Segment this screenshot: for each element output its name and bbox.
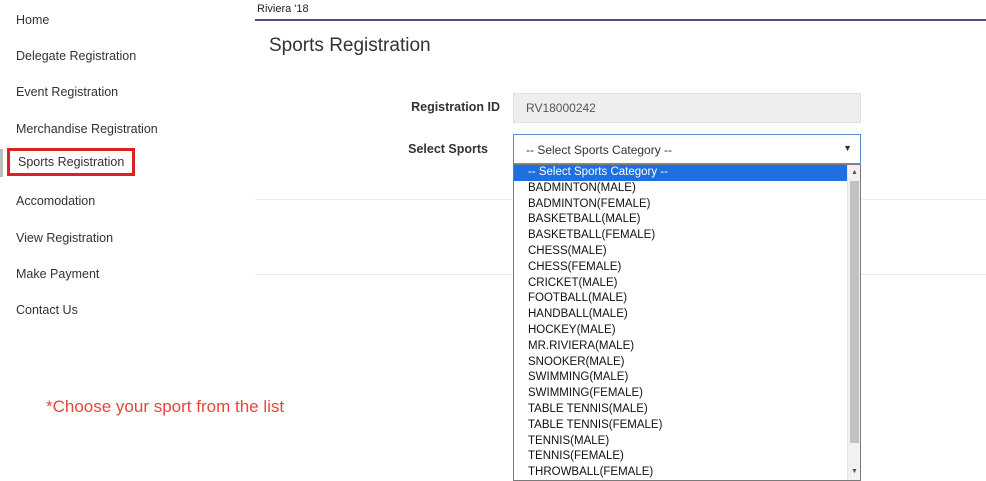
scroll-up-icon[interactable]: ▲ (848, 167, 860, 179)
dropdown-option[interactable]: SNOOKER(MALE) (514, 355, 848, 371)
sidebar-item-home[interactable]: Home (16, 13, 49, 27)
dropdown-option[interactable]: TENNIS(MALE) (514, 434, 848, 450)
sidebar-item-accomodation[interactable]: Accomodation (16, 194, 95, 208)
select-sports-label: Select Sports (408, 142, 488, 156)
sidebar-item-event-registration[interactable]: Event Registration (16, 85, 118, 99)
dropdown-option[interactable]: FOOTBALL(MALE) (514, 291, 848, 307)
sports-dropdown-list[interactable]: -- Select Sports Category -- BADMINTON(MA… (513, 164, 861, 481)
dropdown-option-placeholder[interactable]: -- Select Sports Category -- (514, 165, 848, 181)
sidebar-item-merchandise-registration[interactable]: Merchandise Registration (16, 122, 158, 136)
dropdown-option[interactable]: HANDBALL(MALE) (514, 307, 848, 323)
dropdown-options: -- Select Sports Category -- BADMINTON(MA… (514, 165, 848, 480)
dropdown-option[interactable]: SWIMMING(MALE) (514, 370, 848, 386)
chevron-down-icon: ▼ (843, 143, 852, 153)
registration-id-label: Registration ID (411, 100, 500, 114)
instruction-annotation: *Choose your sport from the list (46, 397, 285, 416)
dropdown-option[interactable]: TENNIS(FEMALE) (514, 449, 848, 465)
dropdown-option[interactable]: TABLE TENNIS(MALE) (514, 402, 848, 418)
dropdown-option[interactable]: HOCKEY(MALE) (514, 323, 848, 339)
dropdown-option[interactable]: TABLE TENNIS(FEMALE) (514, 418, 848, 434)
dropdown-scrollbar[interactable]: ▲ ▼ (847, 165, 860, 480)
dropdown-option[interactable]: CRICKET(MALE) (514, 276, 848, 292)
brand-title[interactable]: Riviera '18 (257, 3, 309, 15)
sidebar-item-view-registration[interactable]: View Registration (16, 231, 113, 245)
dropdown-option[interactable]: BASKETBALL(FEMALE) (514, 228, 848, 244)
page-title: Sports Registration (269, 35, 431, 56)
dropdown-option[interactable]: MR.RIVIERA(MALE) (514, 339, 848, 355)
dropdown-option[interactable]: BADMINTON(FEMALE) (514, 197, 848, 213)
active-indicator (0, 149, 3, 177)
dropdown-option[interactable]: SWIMMING(FEMALE) (514, 386, 848, 402)
dropdown-option[interactable]: CHESS(MALE) (514, 244, 848, 260)
dropdown-option[interactable]: BADMINTON(MALE) (514, 181, 848, 197)
sports-select-value: -- Select Sports Category -- (526, 143, 673, 157)
sidebar-item-delegate-registration[interactable]: Delegate Registration (16, 49, 136, 63)
dropdown-option[interactable]: BASKETBALL(MALE) (514, 212, 848, 228)
dropdown-option[interactable]: THROWBALL(FEMALE) (514, 465, 848, 480)
scroll-down-icon[interactable]: ▼ (848, 466, 860, 478)
scrollbar-thumb[interactable] (850, 181, 859, 443)
sidebar-item-contact-us[interactable]: Contact Us (16, 303, 78, 317)
dropdown-option[interactable]: CHESS(FEMALE) (514, 260, 848, 276)
registration-id-field: RV18000242 (513, 93, 861, 123)
sidebar-item-sports-registration[interactable]: Sports Registration (7, 148, 136, 176)
sports-select[interactable]: -- Select Sports Category -- ▼ (513, 134, 861, 164)
sidebar-item-make-payment[interactable]: Make Payment (16, 267, 99, 281)
